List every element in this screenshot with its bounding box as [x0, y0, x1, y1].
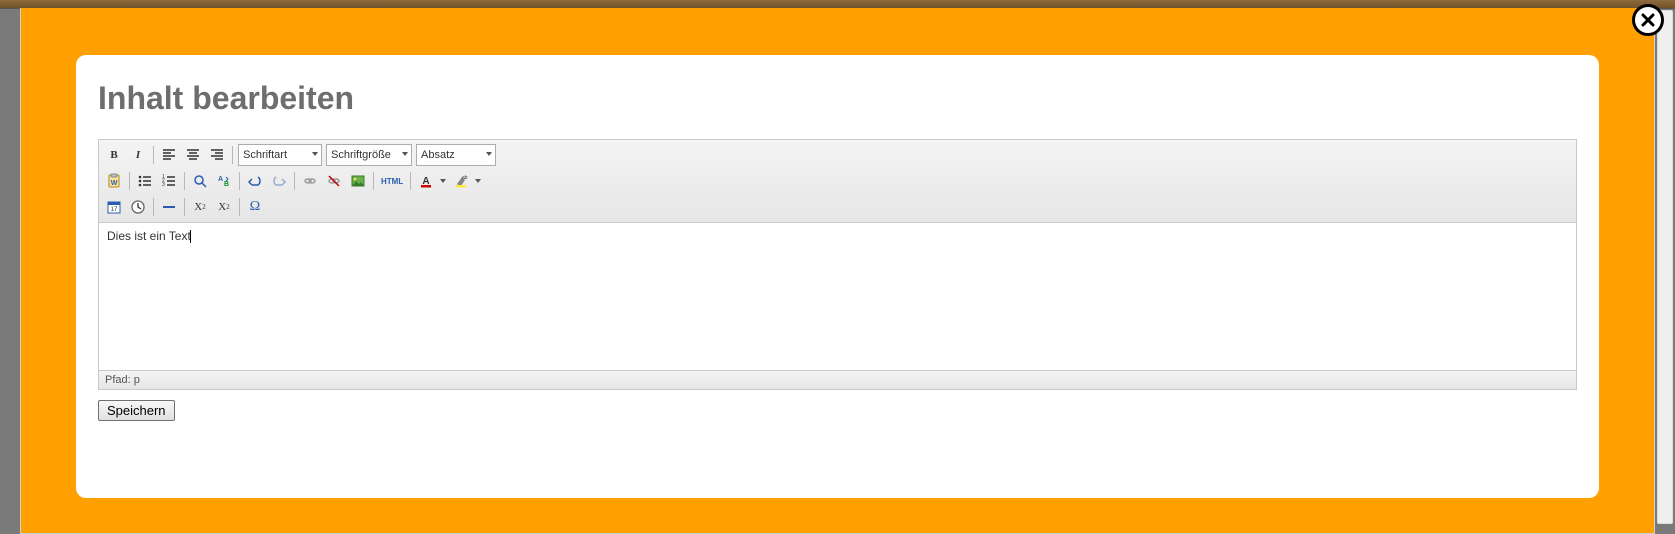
highlight-color-button[interactable]: ab [450, 170, 472, 192]
insert-image-button[interactable] [347, 170, 369, 192]
editor-statusbar: Pfad: p [99, 370, 1576, 389]
link-button[interactable] [299, 170, 321, 192]
horizontal-rule-button[interactable] [158, 196, 180, 218]
font-family-select[interactable]: Schriftart [238, 144, 322, 166]
svg-text:B: B [224, 181, 229, 188]
svg-text:3: 3 [162, 182, 165, 188]
html-source-button[interactable]: HTML [378, 170, 406, 192]
font-family-label: Schriftart [243, 149, 287, 161]
text-color-button[interactable]: A [415, 170, 437, 192]
font-size-select[interactable]: Schriftgröße [326, 144, 412, 166]
close-icon [1641, 13, 1655, 27]
highlight-color-dropdown[interactable] [472, 170, 483, 192]
superscript-button[interactable]: X2 [213, 196, 235, 218]
align-center-button[interactable] [182, 144, 204, 166]
insert-date-button[interactable]: 17 [103, 196, 125, 218]
align-left-button[interactable] [158, 144, 180, 166]
unlink-button[interactable] [323, 170, 345, 192]
special-char-button[interactable]: Ω [244, 196, 266, 218]
editor-toolbar: B I Schriftart Schriftgröße Absatz W [99, 140, 1576, 223]
svg-text:ab: ab [462, 175, 468, 181]
save-button[interactable]: Speichern [98, 400, 175, 421]
numbered-list-button[interactable]: 123 [158, 170, 180, 192]
redo-button[interactable] [268, 170, 290, 192]
page-title: Inhalt bearbeiten [98, 80, 1577, 117]
subscript-button[interactable]: X2 [189, 196, 211, 218]
italic-button[interactable]: I [127, 144, 149, 166]
svg-text:17: 17 [111, 207, 118, 213]
insert-time-button[interactable] [127, 196, 149, 218]
svg-text:W: W [111, 180, 118, 187]
align-right-button[interactable] [206, 144, 228, 166]
editor-panel: Inhalt bearbeiten B I Schriftart Schrift… [76, 55, 1599, 498]
block-format-select[interactable]: Absatz [416, 144, 496, 166]
font-size-label: Schriftgröße [331, 149, 391, 161]
editor-content-area[interactable]: Dies ist ein Text [99, 223, 1576, 370]
rich-text-editor: B I Schriftart Schriftgröße Absatz W [98, 139, 1577, 390]
svg-text:A: A [218, 176, 223, 183]
close-button[interactable] [1632, 4, 1664, 36]
vertical-scrollbar[interactable] [1657, 10, 1673, 524]
paste-word-button[interactable]: W [103, 170, 125, 192]
bullet-list-button[interactable] [134, 170, 156, 192]
replace-button[interactable]: AB [213, 170, 235, 192]
editor-text: Dies ist ein Text [107, 229, 191, 243]
text-color-dropdown[interactable] [437, 170, 448, 192]
undo-button[interactable] [244, 170, 266, 192]
block-format-label: Absatz [421, 149, 455, 161]
bold-button[interactable]: B [103, 144, 125, 166]
find-button[interactable] [189, 170, 211, 192]
